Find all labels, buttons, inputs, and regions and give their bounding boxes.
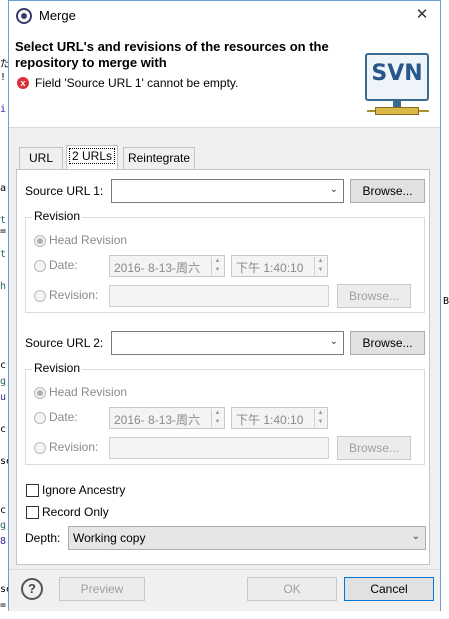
- revision-input[interactable]: [109, 285, 329, 307]
- window-title: Merge: [39, 8, 76, 23]
- svn-logo-stand: [393, 99, 401, 107]
- record-only-checkbox[interactable]: [26, 506, 39, 519]
- tab-reintegrate[interactable]: Reintegrate: [123, 147, 195, 169]
- source-url-1-browse-button[interactable]: Browse...: [350, 179, 425, 203]
- spinner-arrows-icon[interactable]: ▲ ▼: [314, 409, 326, 427]
- head-revision-radio[interactable]: [34, 235, 46, 247]
- ok-button[interactable]: OK: [247, 577, 337, 601]
- time-value: 下午 1:40:10: [236, 413, 304, 427]
- background-text-fragment: =: [0, 600, 7, 611]
- background-text-fragment: h: [0, 281, 7, 292]
- date-value: 2016- 8-13-周六: [114, 261, 201, 275]
- time-value: 下午 1:40:10: [236, 261, 304, 275]
- tab-url[interactable]: URL: [19, 147, 63, 169]
- revision-group-title: Revision: [32, 209, 83, 223]
- source-url-2-browse-button[interactable]: Browse...: [350, 331, 425, 355]
- time-picker[interactable]: 下午 1:40:10 ▲ ▼: [231, 255, 328, 277]
- tab-label: 2 URLs: [68, 148, 115, 164]
- depth-select[interactable]: Working copy ⌄: [68, 526, 426, 550]
- head-revision-label: Head Revision: [49, 233, 128, 247]
- revision-browse-button[interactable]: Browse...: [337, 436, 411, 460]
- source-url-2-combo[interactable]: ⌄: [111, 331, 344, 355]
- date-label: Date:: [49, 410, 78, 424]
- source-1-revision-group: Revision Head Revision Date: 2016- 8-13-…: [25, 209, 425, 313]
- help-icon[interactable]: ?: [21, 578, 43, 600]
- head-revision-radio[interactable]: [34, 387, 46, 399]
- background-text-fragment: c: [0, 424, 7, 435]
- background-text-fragment: B: [443, 296, 449, 307]
- background-text-fragment: 8: [0, 536, 7, 547]
- revision-radio[interactable]: [34, 290, 46, 302]
- time-picker[interactable]: 下午 1:40:10 ▲ ▼: [231, 407, 328, 429]
- tab-panel: Source URL 1: ⌄ Browse... Revision Head …: [16, 169, 430, 565]
- svn-logo-icon: SVN: [365, 53, 429, 101]
- background-text-fragment: !: [0, 72, 7, 83]
- dialog-footer: ? Preview OK Cancel: [9, 569, 440, 611]
- head-revision-label: Head Revision: [49, 385, 128, 399]
- error-message: Field 'Source URL 1' cannot be empty.: [35, 76, 239, 90]
- revision-group-title: Revision: [32, 361, 83, 375]
- background-text-fragment: u: [0, 392, 7, 403]
- date-picker[interactable]: 2016- 8-13-周六 ▲ ▼: [109, 407, 225, 429]
- depth-label: Depth:: [25, 531, 61, 545]
- merge-dialog: Merge ✕ Select URL's and revisions of th…: [8, 0, 441, 611]
- preview-button[interactable]: Preview: [59, 577, 145, 601]
- date-value: 2016- 8-13-周六: [114, 413, 201, 427]
- source-url-1-combo[interactable]: ⌄: [111, 179, 344, 203]
- date-radio[interactable]: [34, 260, 46, 272]
- svn-logo-text: SVN: [371, 61, 423, 86]
- chevron-down-icon[interactable]: ⌄: [330, 184, 338, 195]
- date-picker[interactable]: 2016- 8-13-周六 ▲ ▼: [109, 255, 225, 277]
- cancel-button[interactable]: Cancel: [344, 577, 434, 601]
- svn-logo-base: [375, 107, 419, 115]
- background-text-fragment: =: [0, 226, 7, 237]
- revision-input[interactable]: [109, 437, 329, 459]
- app-icon: [16, 8, 32, 24]
- revision-radio[interactable]: [34, 442, 46, 454]
- background-text-fragment: i: [0, 104, 7, 115]
- ignore-ancestry-checkbox[interactable]: [26, 484, 39, 497]
- dialog-header: Select URL's and revisions of the resour…: [9, 31, 440, 128]
- date-radio[interactable]: [34, 412, 46, 424]
- tab-2-urls[interactable]: 2 URLs: [66, 145, 118, 170]
- background-text-fragment: c: [0, 360, 7, 371]
- revision-label: Revision:: [49, 440, 99, 454]
- background-text-fragment: g: [0, 376, 7, 387]
- spinner-arrows-icon[interactable]: ▲ ▼: [314, 257, 326, 275]
- background-text-fragment: t: [0, 215, 7, 226]
- tab-label: Reintegrate: [127, 151, 191, 165]
- spinner-arrows-icon[interactable]: ▲ ▼: [211, 257, 223, 275]
- chevron-down-icon[interactable]: ⌄: [330, 336, 338, 347]
- record-only-label[interactable]: Record Only: [42, 505, 109, 519]
- source-url-2-label: Source URL 2:: [25, 336, 104, 350]
- chevron-down-icon[interactable]: ⌄: [412, 531, 420, 542]
- background-text-fragment: c: [0, 505, 7, 516]
- background-text-fragment: a: [0, 183, 7, 194]
- revision-browse-button[interactable]: Browse...: [337, 284, 411, 308]
- title-bar[interactable]: Merge ✕: [9, 1, 440, 31]
- source-2-revision-group: Revision Head Revision Date: 2016- 8-13-…: [25, 361, 425, 465]
- tab-label: URL: [28, 151, 53, 165]
- ignore-ancestry-label[interactable]: Ignore Ancestry: [42, 483, 125, 497]
- date-label: Date:: [49, 258, 78, 272]
- background-text-fragment: t: [0, 249, 7, 260]
- background-text-fragment: g: [0, 520, 7, 531]
- source-url-1-label: Source URL 1:: [25, 184, 104, 198]
- spinner-arrows-icon[interactable]: ▲ ▼: [211, 409, 223, 427]
- depth-value: Working copy: [73, 531, 146, 545]
- header-title: Select URL's and revisions of the resour…: [15, 39, 329, 70]
- close-icon[interactable]: ✕: [410, 4, 434, 26]
- revision-label: Revision:: [49, 288, 99, 302]
- error-icon: x: [17, 77, 29, 89]
